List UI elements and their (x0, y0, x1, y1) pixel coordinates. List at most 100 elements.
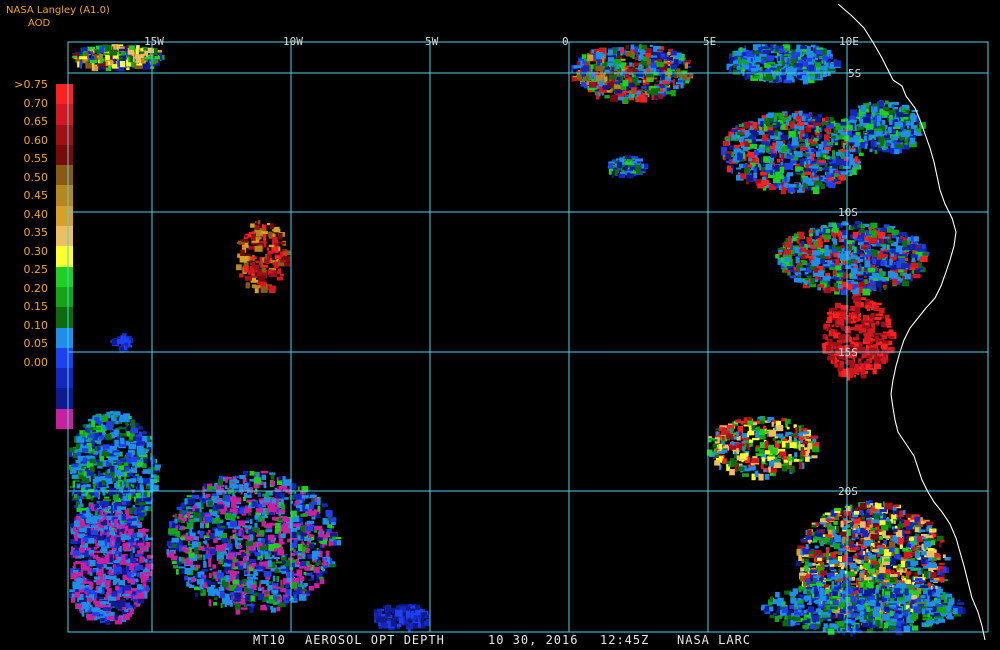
aerosol-pixel (677, 80, 683, 83)
aerosol-pixel (850, 109, 858, 116)
aerosol-pixel (611, 66, 615, 71)
aerosol-pixel (792, 145, 798, 148)
aerosol-pixel (642, 79, 646, 83)
aerosol-pixel (806, 154, 810, 157)
aerosol-pixel (261, 231, 268, 235)
aerosol-pixel (597, 59, 601, 66)
aerosol-pixel (773, 139, 776, 142)
aerosol-pixel (753, 172, 757, 179)
aerosol-pixel (910, 244, 913, 251)
aerosol-pixel (122, 496, 128, 500)
aerosol-pixel (268, 244, 275, 248)
aerosol-pixel (813, 122, 822, 126)
aerosol-pixel (870, 313, 875, 320)
aerosol-pixel (828, 181, 836, 189)
aerosol-pixel (776, 140, 783, 147)
aerosol-pixel (773, 126, 777, 129)
aerosol-pixel (744, 444, 747, 450)
aerosol-pixel (805, 435, 810, 439)
aerosol-pixel (784, 257, 792, 262)
aerosol-pixel (871, 322, 876, 330)
aerosol-pixel (674, 71, 677, 78)
aerosol-pixel (254, 221, 258, 224)
aerosol-pixel (759, 164, 762, 171)
aerosol-pixel (128, 45, 135, 50)
aerosol-pixel (634, 62, 639, 67)
aerosol-pixel (841, 239, 845, 242)
aerosol-pixel (788, 130, 796, 138)
aerosol-pixel (106, 421, 112, 428)
aerosol-pixel (915, 133, 923, 136)
aerosol-pixel (625, 44, 629, 49)
aerosol-pixel (71, 547, 75, 550)
aerosol-pixel (77, 538, 81, 545)
aerosol-pixel (90, 497, 93, 501)
aerosol-pixel (826, 142, 834, 146)
aerosol-pixel (849, 363, 856, 368)
aerosol-pixel (646, 79, 654, 82)
aerosol-pixel (100, 613, 104, 617)
aerosol-pixel (759, 442, 766, 449)
aerosol-pixel (815, 229, 819, 236)
aerosol-pixel (125, 452, 132, 458)
aerosol-pixel (784, 54, 791, 57)
aerosol-pixel (828, 309, 834, 312)
aerosol-pixel (857, 241, 864, 245)
aerosol-pixel (857, 277, 863, 281)
aerosol-pixel (855, 287, 859, 295)
aerosol-pixel (871, 138, 875, 143)
aerosol-pixel (110, 472, 115, 478)
aerosol-pixel (825, 336, 828, 341)
aerosol-pixel (731, 134, 737, 140)
aerosol-pixel (872, 258, 876, 264)
aerosol-pixel (883, 135, 890, 139)
aerosol-pixel (244, 255, 249, 261)
aerosol-pixel (140, 57, 145, 64)
aerosol-pixel (825, 228, 830, 233)
aerosol-pixel (777, 56, 780, 62)
aerosol-pixel (119, 61, 126, 67)
aerosol-pixel (800, 45, 807, 49)
aerosol-pixel (808, 279, 811, 283)
aerosol-pixel (910, 113, 916, 120)
aerosol-pixel (810, 153, 816, 157)
aerosol-pixel (863, 135, 867, 141)
aerosol-pixel (900, 126, 905, 131)
aerosol-pixel (97, 540, 105, 547)
aerosol-pixel (670, 64, 678, 70)
aerosol-pixel (607, 49, 613, 56)
aerosol-pixel (888, 329, 894, 334)
aerosol-pixel (777, 440, 782, 444)
aerosol-pixel (790, 465, 795, 473)
aerosol-pixel (680, 83, 684, 89)
aerosol-pixel (747, 54, 755, 57)
aerosol-pixel (885, 318, 890, 322)
aerosol-pixel (124, 476, 127, 482)
aerosol-pixel (641, 44, 648, 50)
aerosol-pixel (829, 169, 834, 174)
aerosol-pixel (273, 261, 279, 269)
aerosol-pixel (91, 440, 95, 447)
aerosol-pixel (786, 143, 793, 150)
aerosol-pixel (770, 135, 776, 139)
aerosol-pixel (114, 439, 119, 447)
aerosol-pixel (895, 144, 904, 148)
aerosol-pixel (729, 469, 735, 476)
aerosol-pixel (147, 48, 154, 53)
aerosol-pixel (641, 90, 646, 93)
aerosol-pixel (106, 531, 110, 537)
aerosol-pixel (127, 472, 134, 477)
aerosol-pixel (726, 433, 734, 440)
aerosol-pixel (847, 373, 850, 381)
aerosol-pixel (618, 173, 626, 178)
aerosol-pixel (751, 458, 760, 464)
aerosol-pixel (823, 134, 830, 142)
aerosol-pixel (790, 122, 795, 128)
aerosol-pixel (821, 183, 825, 190)
aerosol-pixel (781, 465, 788, 472)
aerosol-pixel (823, 167, 830, 171)
aerosol-pixel (854, 138, 859, 144)
aerosol-pixel (788, 236, 792, 243)
aerosol-pixel (99, 46, 105, 53)
aerosol-pixel (827, 338, 833, 343)
